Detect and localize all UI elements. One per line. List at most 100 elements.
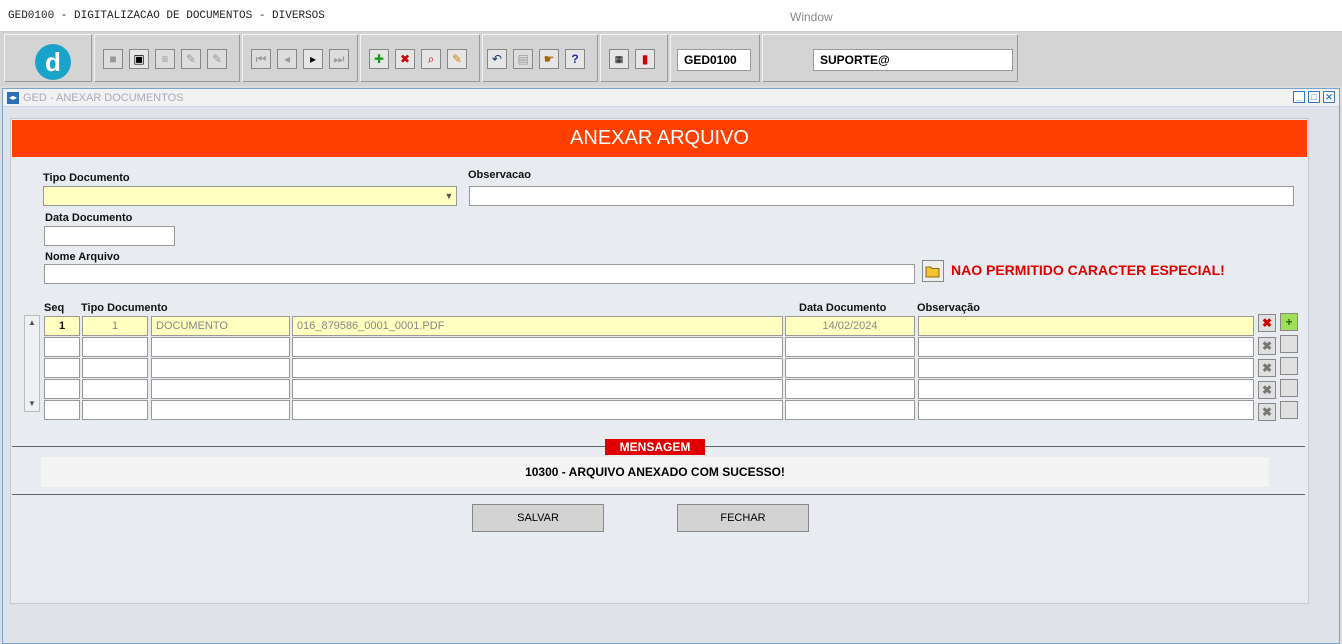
window-icon[interactable]: ▣ bbox=[129, 49, 149, 69]
row-data[interactable]: 14/02/2024 bbox=[785, 316, 915, 336]
row-obs[interactable] bbox=[918, 316, 1254, 336]
help-glyph: ? bbox=[571, 52, 579, 66]
open-folder-icon[interactable] bbox=[922, 260, 944, 282]
row-seq[interactable] bbox=[44, 379, 80, 399]
message-text: 10300 - ARQUIVO ANEXADO COM SUCESSO! bbox=[41, 457, 1269, 487]
print-icon[interactable]: ≡ bbox=[155, 49, 175, 69]
first-record-icon[interactable]: ⏮ bbox=[251, 49, 271, 69]
undo-icon[interactable]: ↶ bbox=[487, 49, 507, 69]
save-icon[interactable]: ■ bbox=[103, 49, 123, 69]
buttons-divider bbox=[12, 494, 1305, 495]
observacao-field[interactable] bbox=[469, 186, 1294, 206]
window-title: GED - ANEXAR DOCUMENTOS bbox=[23, 92, 184, 104]
row-tipo-desc[interactable]: DOCUMENTO bbox=[151, 316, 290, 336]
row-seq[interactable] bbox=[44, 358, 80, 378]
add-row-icon[interactable] bbox=[1280, 379, 1298, 397]
grid-header-data: Data Documento bbox=[799, 302, 887, 314]
data-documento-field[interactable] bbox=[44, 226, 175, 246]
search-record-icon[interactable]: ⌕ bbox=[421, 49, 441, 69]
row-arquivo[interactable] bbox=[292, 337, 783, 357]
edit-tools: ✚ ✖ ⌕ ✎ bbox=[360, 34, 480, 82]
delete-record-icon[interactable]: ✖ bbox=[395, 49, 415, 69]
next-record-icon[interactable]: ▸ bbox=[303, 49, 323, 69]
delete-row-icon[interactable]: ✖ bbox=[1258, 314, 1276, 332]
delete-row-icon[interactable]: ✖ bbox=[1258, 381, 1276, 399]
row-data[interactable] bbox=[785, 400, 915, 420]
row-obs[interactable] bbox=[918, 400, 1254, 420]
scroll-up-icon[interactable]: ▲ bbox=[25, 316, 39, 330]
save-button[interactable]: SALVAR bbox=[472, 504, 604, 532]
row-data[interactable] bbox=[785, 337, 915, 357]
prev-record-icon[interactable]: ◂ bbox=[277, 49, 297, 69]
exit-icon[interactable]: ▮ bbox=[635, 49, 655, 69]
row-data[interactable] bbox=[785, 379, 915, 399]
row-tipo-cod[interactable] bbox=[82, 337, 148, 357]
grid-header-obs: Observação bbox=[917, 302, 980, 314]
row-tipo-desc[interactable] bbox=[151, 400, 290, 420]
module-group: GED0100 bbox=[670, 34, 760, 82]
row-tipo-desc[interactable] bbox=[151, 337, 290, 357]
row-tipo-desc[interactable] bbox=[151, 379, 290, 399]
menu-tools: ▦ ▮ bbox=[600, 34, 668, 82]
row-obs[interactable] bbox=[918, 337, 1254, 357]
row-data[interactable] bbox=[785, 358, 915, 378]
form-banner: ANEXAR ARQUIVO bbox=[12, 120, 1307, 157]
add-row-icon[interactable] bbox=[1280, 401, 1298, 419]
row-arquivo[interactable]: 016_879586_0001_0001.PDF bbox=[292, 316, 783, 336]
user-group: SUPORTE@ bbox=[762, 34, 1018, 82]
window-titlebar: ◂▸ GED - ANEXAR DOCUMENTOS _ □ ✕ bbox=[3, 89, 1339, 107]
row-seq[interactable] bbox=[44, 400, 80, 420]
delete-row-icon[interactable]: ✖ bbox=[1258, 337, 1276, 355]
row-tipo-cod[interactable] bbox=[82, 358, 148, 378]
window-menu[interactable]: Window bbox=[790, 10, 833, 24]
clipboard-icon[interactable]: ▤ bbox=[513, 49, 533, 69]
maximize-icon[interactable]: □ bbox=[1308, 91, 1320, 103]
add-row-icon[interactable] bbox=[1280, 335, 1298, 353]
row-arquivo[interactable] bbox=[292, 400, 783, 420]
hand-pointer-icon[interactable]: ☛ bbox=[539, 49, 559, 69]
logo-group: d bbox=[4, 34, 92, 82]
file-tools: ■ ▣ ≡ ✎ ✎ bbox=[94, 34, 240, 82]
nav-tools: ⏮ ◂ ▸ ⏭ bbox=[242, 34, 358, 82]
misc-tools: ↶ ▤ ☛ ? bbox=[482, 34, 598, 82]
delete-row-icon[interactable]: ✖ bbox=[1258, 359, 1276, 377]
edit-record-icon[interactable]: ✎ bbox=[447, 49, 467, 69]
grid-header-seq: Seq bbox=[44, 302, 65, 314]
row-tipo-desc[interactable] bbox=[151, 358, 290, 378]
add-row-icon[interactable]: + bbox=[1280, 313, 1298, 331]
nome-arquivo-label: Nome Arquivo bbox=[45, 251, 120, 263]
user-name: SUPORTE@ bbox=[813, 49, 1013, 71]
row-tipo-cod[interactable]: 1 bbox=[82, 316, 148, 336]
add-record-icon[interactable]: ✚ bbox=[369, 49, 389, 69]
row-seq[interactable]: 1 bbox=[44, 316, 80, 336]
nome-arquivo-field[interactable] bbox=[44, 264, 915, 284]
tools-icon[interactable]: ✎ bbox=[207, 49, 227, 69]
app-titlebar: GED0100 - DIGITALIZACAO DE DOCUMENTOS - … bbox=[0, 0, 1342, 32]
close-icon[interactable]: ✕ bbox=[1323, 91, 1335, 103]
query-help-icon[interactable]: ✎ bbox=[181, 49, 201, 69]
app-logo: d bbox=[35, 44, 71, 80]
delete-row-icon[interactable]: ✖ bbox=[1258, 403, 1276, 421]
minimize-icon[interactable]: _ bbox=[1293, 91, 1305, 103]
row-arquivo[interactable] bbox=[292, 379, 783, 399]
close-button[interactable]: FECHAR bbox=[677, 504, 809, 532]
row-seq[interactable] bbox=[44, 337, 80, 357]
window-app-icon: ◂▸ bbox=[7, 92, 19, 104]
observacao-label: Observacao bbox=[468, 169, 531, 181]
message-title: MENSAGEM bbox=[605, 439, 705, 455]
chevron-down-icon[interactable]: ▼ bbox=[442, 187, 456, 205]
help-icon[interactable]: ? bbox=[565, 49, 585, 69]
row-obs[interactable] bbox=[918, 358, 1254, 378]
scroll-down-icon[interactable]: ▼ bbox=[25, 397, 39, 411]
last-record-icon[interactable]: ⏭ bbox=[329, 49, 349, 69]
row-arquivo[interactable] bbox=[292, 358, 783, 378]
row-tipo-cod[interactable] bbox=[82, 379, 148, 399]
grid-scrollbar[interactable]: ▲ ▼ bbox=[24, 315, 40, 412]
menu-icon[interactable]: ▦ bbox=[609, 49, 629, 69]
tipo-documento-label: Tipo Documento bbox=[43, 172, 130, 184]
row-tipo-cod[interactable] bbox=[82, 400, 148, 420]
module-code: GED0100 bbox=[677, 49, 751, 71]
row-obs[interactable] bbox=[918, 379, 1254, 399]
tipo-documento-select[interactable]: ▼ bbox=[43, 186, 457, 206]
add-row-icon[interactable] bbox=[1280, 357, 1298, 375]
